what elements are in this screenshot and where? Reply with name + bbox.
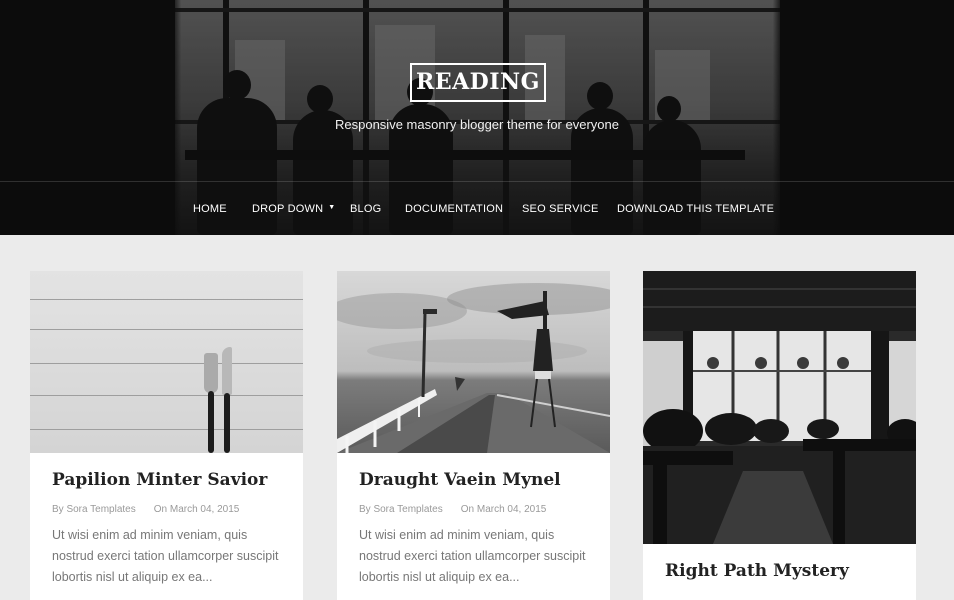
nav-divider (0, 181, 954, 182)
post-title[interactable]: Draught Vaein Mynel (359, 470, 588, 490)
site-tagline: Responsive masonry blogger theme for eve… (335, 117, 619, 132)
nav-item-home[interactable]: HOME (193, 203, 227, 215)
post-card: Papilion Minter Savior By Sora Templates… (30, 271, 303, 600)
post-thumbnail[interactable] (643, 271, 916, 544)
nav-item-documentation[interactable]: DOCUMENTATION (405, 203, 503, 215)
post-meta: By Sora Templates On March 04, 2015 (52, 504, 281, 515)
post-author[interactable]: By Sora Templates (52, 504, 136, 515)
post-card: Right Path Mystery (643, 271, 916, 600)
post-card: Draught Vaein Mynel By Sora Templates On … (337, 271, 610, 600)
caret-down-icon: ▼ (328, 204, 336, 211)
main-nav: HOME DROP DOWN ▼ BLOG DOCUMENTATION SEO S… (0, 203, 954, 219)
post-meta: By Sora Templates On March 04, 2015 (359, 504, 588, 515)
post-thumbnail[interactable] (337, 271, 610, 453)
post-title[interactable]: Papilion Minter Savior (52, 470, 281, 490)
post-excerpt: Ut wisi enim ad minim veniam, quis nostr… (52, 528, 279, 584)
post-date: On March 04, 2015 (460, 504, 547, 515)
site-title[interactable]: READING (410, 63, 546, 102)
post-excerpt: Ut wisi enim ad minim veniam, quis nostr… (359, 528, 586, 584)
site-header: READING Responsive masonry blogger theme… (0, 0, 954, 235)
nav-item-download-template[interactable]: DOWNLOAD THIS TEMPLATE (617, 203, 774, 215)
nav-item-drop-down[interactable]: DROP DOWN ▼ (252, 203, 335, 215)
post-author[interactable]: By Sora Templates (359, 504, 443, 515)
nav-item-seo-service[interactable]: SEO SERVICE (522, 203, 599, 215)
post-title[interactable]: Right Path Mystery (665, 561, 894, 581)
post-date: On March 04, 2015 (153, 504, 240, 515)
nav-item-blog[interactable]: BLOG (350, 203, 381, 215)
post-thumbnail[interactable] (30, 271, 303, 453)
nav-item-label: DROP DOWN (252, 203, 324, 215)
